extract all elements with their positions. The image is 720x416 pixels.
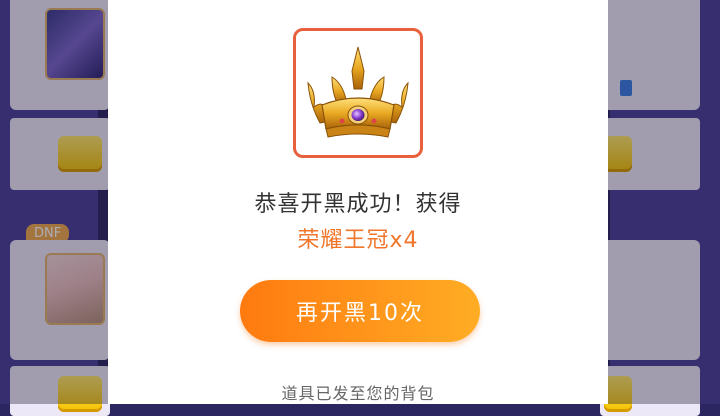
delivery-note: 道具已发至您的背包 (281, 384, 435, 403)
reward-text: 荣耀王冠x4 (297, 228, 419, 253)
success-message: 恭喜开黑成功！获得 (254, 192, 462, 217)
golden-crown-icon (307, 46, 409, 138)
reward-modal: 恭喜开黑成功！获得 荣耀王冠x4 再开黑10次 道具已发至您的背包 (108, 0, 608, 404)
play-again-button[interactable]: 再开黑10次 (240, 280, 480, 342)
prize-image-frame (293, 28, 423, 158)
